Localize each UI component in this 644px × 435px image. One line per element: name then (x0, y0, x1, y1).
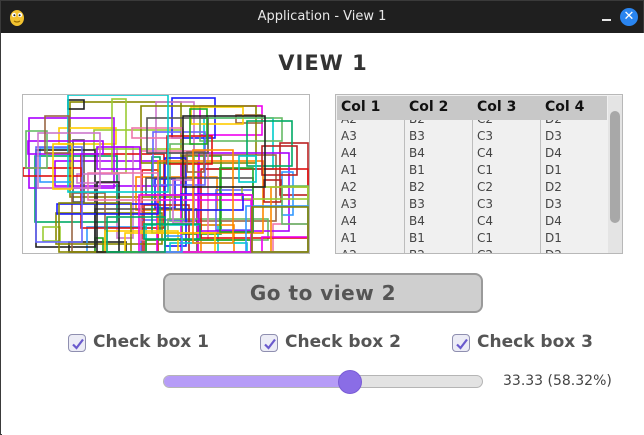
table-cell: C2 (477, 180, 494, 194)
canvas-rectangle (251, 206, 309, 253)
slider-knob[interactable] (338, 370, 362, 394)
table-cell: A4 (341, 214, 357, 228)
table-cell: A2 (341, 120, 357, 126)
title-bar[interactable]: Application - View 1 ✕ (1, 1, 643, 33)
table-cell: C1 (477, 163, 494, 177)
table-cell: D3 (545, 129, 562, 143)
table-cell: A1 (341, 163, 357, 177)
random-rectangles-canvas (23, 95, 309, 253)
table-cell: A3 (341, 197, 357, 211)
column-header-2[interactable]: Col 2 (409, 99, 448, 115)
table-row[interactable]: A4 B4 C4 D4 (337, 146, 607, 163)
checkbox-3-label[interactable]: Check box 3 (477, 332, 593, 352)
table-header: Col 1 Col 2 Col 3 Col 4 (337, 96, 607, 120)
table-cell: C4 (477, 214, 494, 228)
data-table[interactable]: Col 1 Col 2 Col 3 Col 4 A2 B2 C2 D2 A3 B3 C3 D3… (335, 94, 623, 254)
table-cell: B2 (409, 120, 425, 126)
canvas-rectangle (94, 237, 104, 253)
minimize-icon[interactable] (600, 10, 614, 24)
table-cell: D4 (545, 146, 562, 160)
canvas-rectangle (35, 149, 96, 248)
slider-value-readout: 33.33 (58.32%) (503, 373, 612, 389)
slider-fill (164, 376, 351, 387)
drawing-canvas[interactable] (22, 94, 310, 254)
canvas-rectangle (245, 205, 309, 253)
table-cell: B1 (409, 163, 425, 177)
table-row[interactable]: A2 B2 C2 D2 (337, 180, 607, 197)
checkmark-icon (264, 338, 276, 350)
application-window: Application - View 1 ✕ VIEW 1 Col 1 Col … (0, 0, 644, 435)
table-cell: A2 (341, 180, 357, 194)
window-title: Application - View 1 (257, 9, 387, 24)
table-cell: C2 (477, 120, 493, 126)
canvas-rectangle (261, 236, 309, 253)
table-cell: C3 (477, 129, 494, 143)
table-cell: D1 (545, 231, 562, 245)
table-row[interactable]: A4 B4 C4 D4 (337, 214, 607, 231)
table-cell: D2 (545, 248, 562, 253)
checkbox-2-label[interactable]: Check box 2 (285, 332, 401, 352)
table-cell: B2 (409, 248, 425, 253)
table-cell: B4 (409, 214, 425, 228)
checkbox-1-label[interactable]: Check box 1 (93, 332, 209, 352)
table-row[interactable]: A1 B1 C1 D1 (337, 163, 607, 180)
table-cell: A4 (341, 146, 357, 160)
table-row[interactable]: A2 B2 C2 D2 (337, 248, 607, 253)
table-cell: C1 (477, 231, 494, 245)
table-cell: C4 (477, 146, 494, 160)
checkbox-2-box[interactable] (260, 334, 278, 352)
checkbox-2[interactable]: Check box 2 (260, 332, 430, 354)
table-cell: B2 (409, 180, 425, 194)
go-to-view-2-button[interactable]: Go to view 2 (163, 273, 483, 313)
table-body: A2 B2 C2 D2 A3 B3 C3 D3 A4 B4 C4 D4 A1 B1 C1 D1 A2 B2 C2 D2… (337, 120, 607, 253)
table-cell: B4 (409, 146, 425, 160)
table-scrollbar[interactable] (608, 96, 622, 253)
checkmark-icon (456, 338, 468, 350)
table-cell: D2 (545, 120, 562, 126)
slider-track[interactable] (163, 375, 483, 388)
canvas-rectangle (281, 185, 309, 225)
column-header-4[interactable]: Col 4 (545, 99, 584, 115)
table-cell: B3 (409, 129, 425, 143)
table-row[interactable]: A3 B3 C3 D3 (337, 197, 607, 214)
table-cell: A2 (341, 248, 357, 253)
checkbox-1[interactable]: Check box 1 (68, 332, 238, 354)
table-cell: B3 (409, 197, 425, 211)
value-slider[interactable] (163, 370, 483, 394)
table-cell: A1 (341, 231, 357, 245)
checkmark-icon (72, 338, 84, 350)
canvas-rectangle (42, 226, 61, 242)
table-cell: D1 (545, 163, 562, 177)
checkbox-3[interactable]: Check box 3 (452, 332, 622, 354)
checkbox-1-box[interactable] (68, 334, 86, 352)
column-header-3[interactable]: Col 3 (477, 99, 516, 115)
table-cell: D3 (545, 197, 562, 211)
table-cell: D4 (545, 214, 562, 228)
table-row[interactable]: A3 B3 C3 D3 (337, 129, 607, 146)
column-header-1[interactable]: Col 1 (341, 99, 380, 115)
view-title: VIEW 1 (278, 51, 368, 75)
table-cell: A3 (341, 129, 357, 143)
table-row[interactable]: A1 B1 C1 D1 (337, 231, 607, 248)
client-area: VIEW 1 Col 1 Col 2 Col 3 Col 4 A2B2C2D2A… (2, 33, 644, 435)
scrollbar-thumb[interactable] (610, 111, 620, 223)
checkbox-3-box[interactable] (452, 334, 470, 352)
close-icon[interactable]: ✕ (620, 8, 638, 26)
table-cell: B1 (409, 231, 425, 245)
table-row[interactable]: A2 B2 C2 D2 (337, 120, 607, 129)
canvas-rectangle (281, 171, 294, 216)
table-cell: D2 (545, 180, 562, 194)
table-cell: C3 (477, 197, 494, 211)
table-cell: C2 (477, 248, 493, 253)
